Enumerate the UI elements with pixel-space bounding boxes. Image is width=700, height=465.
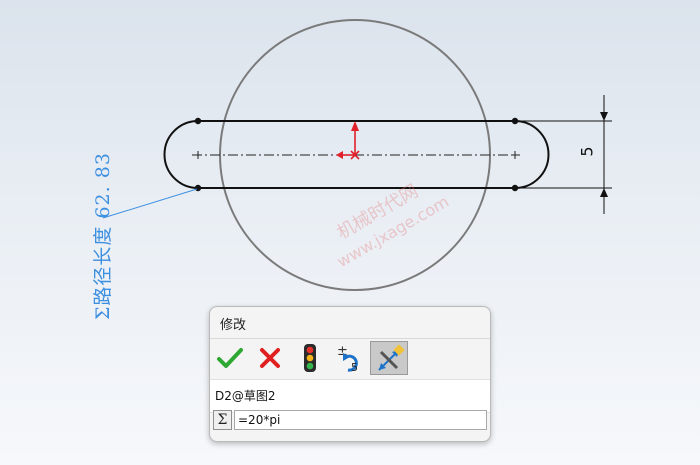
reverse-dimension-icon: ± 5 [337,344,358,374]
cancel-button[interactable] [254,341,286,375]
reverse-dimension-button[interactable]: ± 5 [332,341,364,375]
path-length-callout[interactable]: Σ路径长度 62. 83 [88,152,115,320]
callout-leader [102,188,198,219]
dialog-title: 修改 [220,318,247,333]
dialog-toolbar: ± 5 [214,341,484,377]
dimension-name-row: D2@草图2 [210,379,490,413]
check-icon [217,348,243,368]
dimension-name: D2@草图2 [215,389,276,403]
svg-text:5: 5 [351,361,358,374]
traffic-light-icon [304,344,316,372]
title-divider [210,338,490,339]
cross-icon [260,348,280,368]
dimension-text[interactable]: 5 [578,146,597,156]
dimension-5[interactable] [520,95,612,214]
equation-sigma-button[interactable]: Σ [213,410,232,430]
ok-button[interactable] [214,341,246,375]
rebuild-button[interactable] [294,341,326,375]
mark-dimension-icon [378,344,405,371]
mark-dimension-button[interactable] [370,341,408,375]
modify-dialog: 修改 ± 5 D2@草图2 Σ =20*pi [209,306,491,442]
dimension-value-input[interactable] [234,410,487,430]
origin-icon [336,121,360,160]
